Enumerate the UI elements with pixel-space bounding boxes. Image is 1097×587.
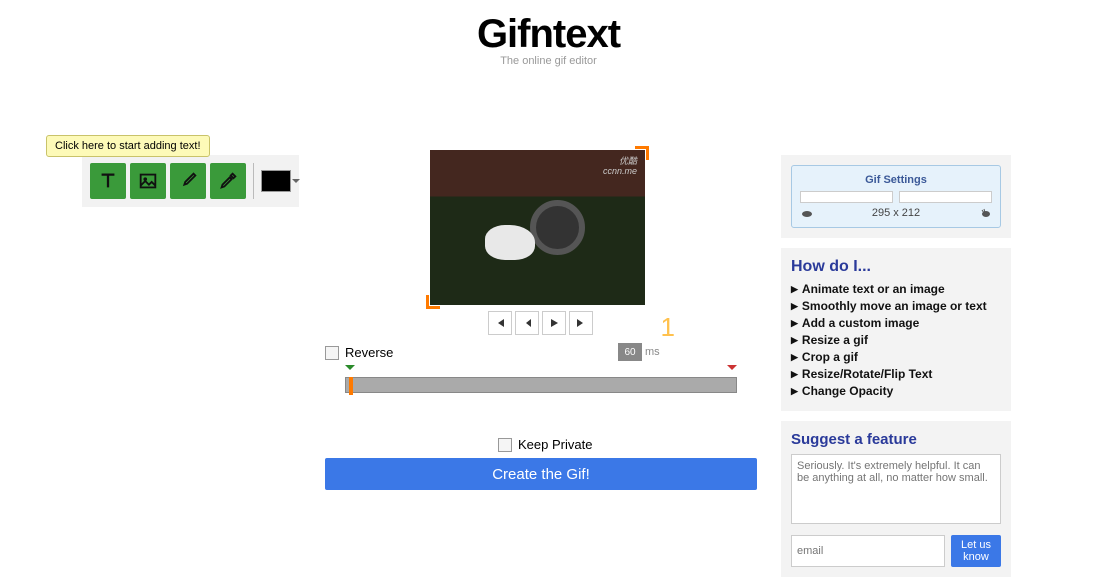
howdo-panel: How do I... Animate text or an image Smo… [781,248,1011,411]
turtle-icon [800,208,814,218]
canvas-area: 优酷 ccnn.me 1 [430,150,650,335]
crop-handle-bl[interactable] [426,295,440,309]
playback-controls [430,311,650,335]
settings-slider-2[interactable] [899,191,992,203]
sidebar: Gif Settings 295 x 212 How do I... Anima… [781,155,1011,587]
howdo-item[interactable]: Resize a gif [791,333,1001,347]
timeline-markers [345,365,737,375]
howdo-item[interactable]: Add a custom image [791,316,1001,330]
play-button[interactable] [542,311,566,335]
image-icon [137,170,159,192]
crop-handle-tr[interactable] [635,146,649,160]
gif-graphic [485,225,535,260]
start-marker[interactable] [345,365,355,375]
timeline[interactable] [345,377,737,393]
howdo-item[interactable]: Change Opacity [791,384,1001,398]
dimensions: 295 x 212 [872,207,920,219]
logo: Gifntext [0,12,1097,57]
color-picker[interactable] [261,170,291,192]
settings-title: Gif Settings [800,174,992,186]
let-us-know-button[interactable]: Let us know [951,535,1001,567]
text-icon [97,170,119,192]
keep-private-checkbox[interactable] [498,438,512,452]
gif-preview[interactable]: 优酷 ccnn.me [430,150,645,305]
prev-icon [521,317,533,329]
skip-end-icon [575,317,587,329]
delay-unit: ms [645,346,660,358]
howdo-item[interactable]: Crop a gif [791,350,1001,364]
suggest-panel: Suggest a feature Let us know [781,421,1011,577]
text-tool-button[interactable] [90,163,126,199]
header: Gifntext The online gif editor [0,0,1097,67]
frame-number: 1 [661,312,675,343]
play-icon [548,317,560,329]
toolbar-divider [253,163,254,199]
suggest-title: Suggest a feature [791,431,1001,448]
image-tool-button[interactable] [130,163,166,199]
skip-start-icon [494,317,506,329]
reverse-label: Reverse [345,345,393,360]
reverse-row: Reverse [325,345,393,360]
tooltip-start-text: Click here to start adding text! [46,135,210,157]
delay-row: ms [618,343,660,361]
toolbar [82,155,299,207]
eyedropper-tool-button[interactable] [210,163,246,199]
keep-private-label: Keep Private [518,437,592,452]
delay-input[interactable] [618,343,642,361]
tagline: The online gif editor [0,55,1097,67]
skip-start-button[interactable] [488,311,512,335]
howdo-title: How do I... [791,258,1001,276]
gif-graphic [530,200,585,255]
create-gif-button[interactable]: Create the Gif! [325,458,757,490]
brush-icon [177,170,199,192]
gif-settings-panel: Gif Settings 295 x 212 [781,155,1011,238]
email-input[interactable] [791,535,945,567]
eyedropper-icon [217,170,239,192]
suggest-textarea[interactable] [791,454,1001,524]
settings-slider-1[interactable] [800,191,893,203]
skip-end-button[interactable] [569,311,593,335]
reverse-checkbox[interactable] [325,346,339,360]
draw-tool-button[interactable] [170,163,206,199]
gif-image: 优酷 ccnn.me [430,150,645,305]
rabbit-icon [978,208,992,218]
howdo-item[interactable]: Animate text or an image [791,282,1001,296]
howdo-item[interactable]: Resize/Rotate/Flip Text [791,367,1001,381]
end-marker[interactable] [727,365,737,375]
timeline-handle[interactable] [349,377,353,395]
gif-watermark: ccnn.me [603,166,637,176]
keep-private-row: Keep Private [498,437,592,452]
howdo-item[interactable]: Smoothly move an image or text [791,299,1001,313]
prev-frame-button[interactable] [515,311,539,335]
